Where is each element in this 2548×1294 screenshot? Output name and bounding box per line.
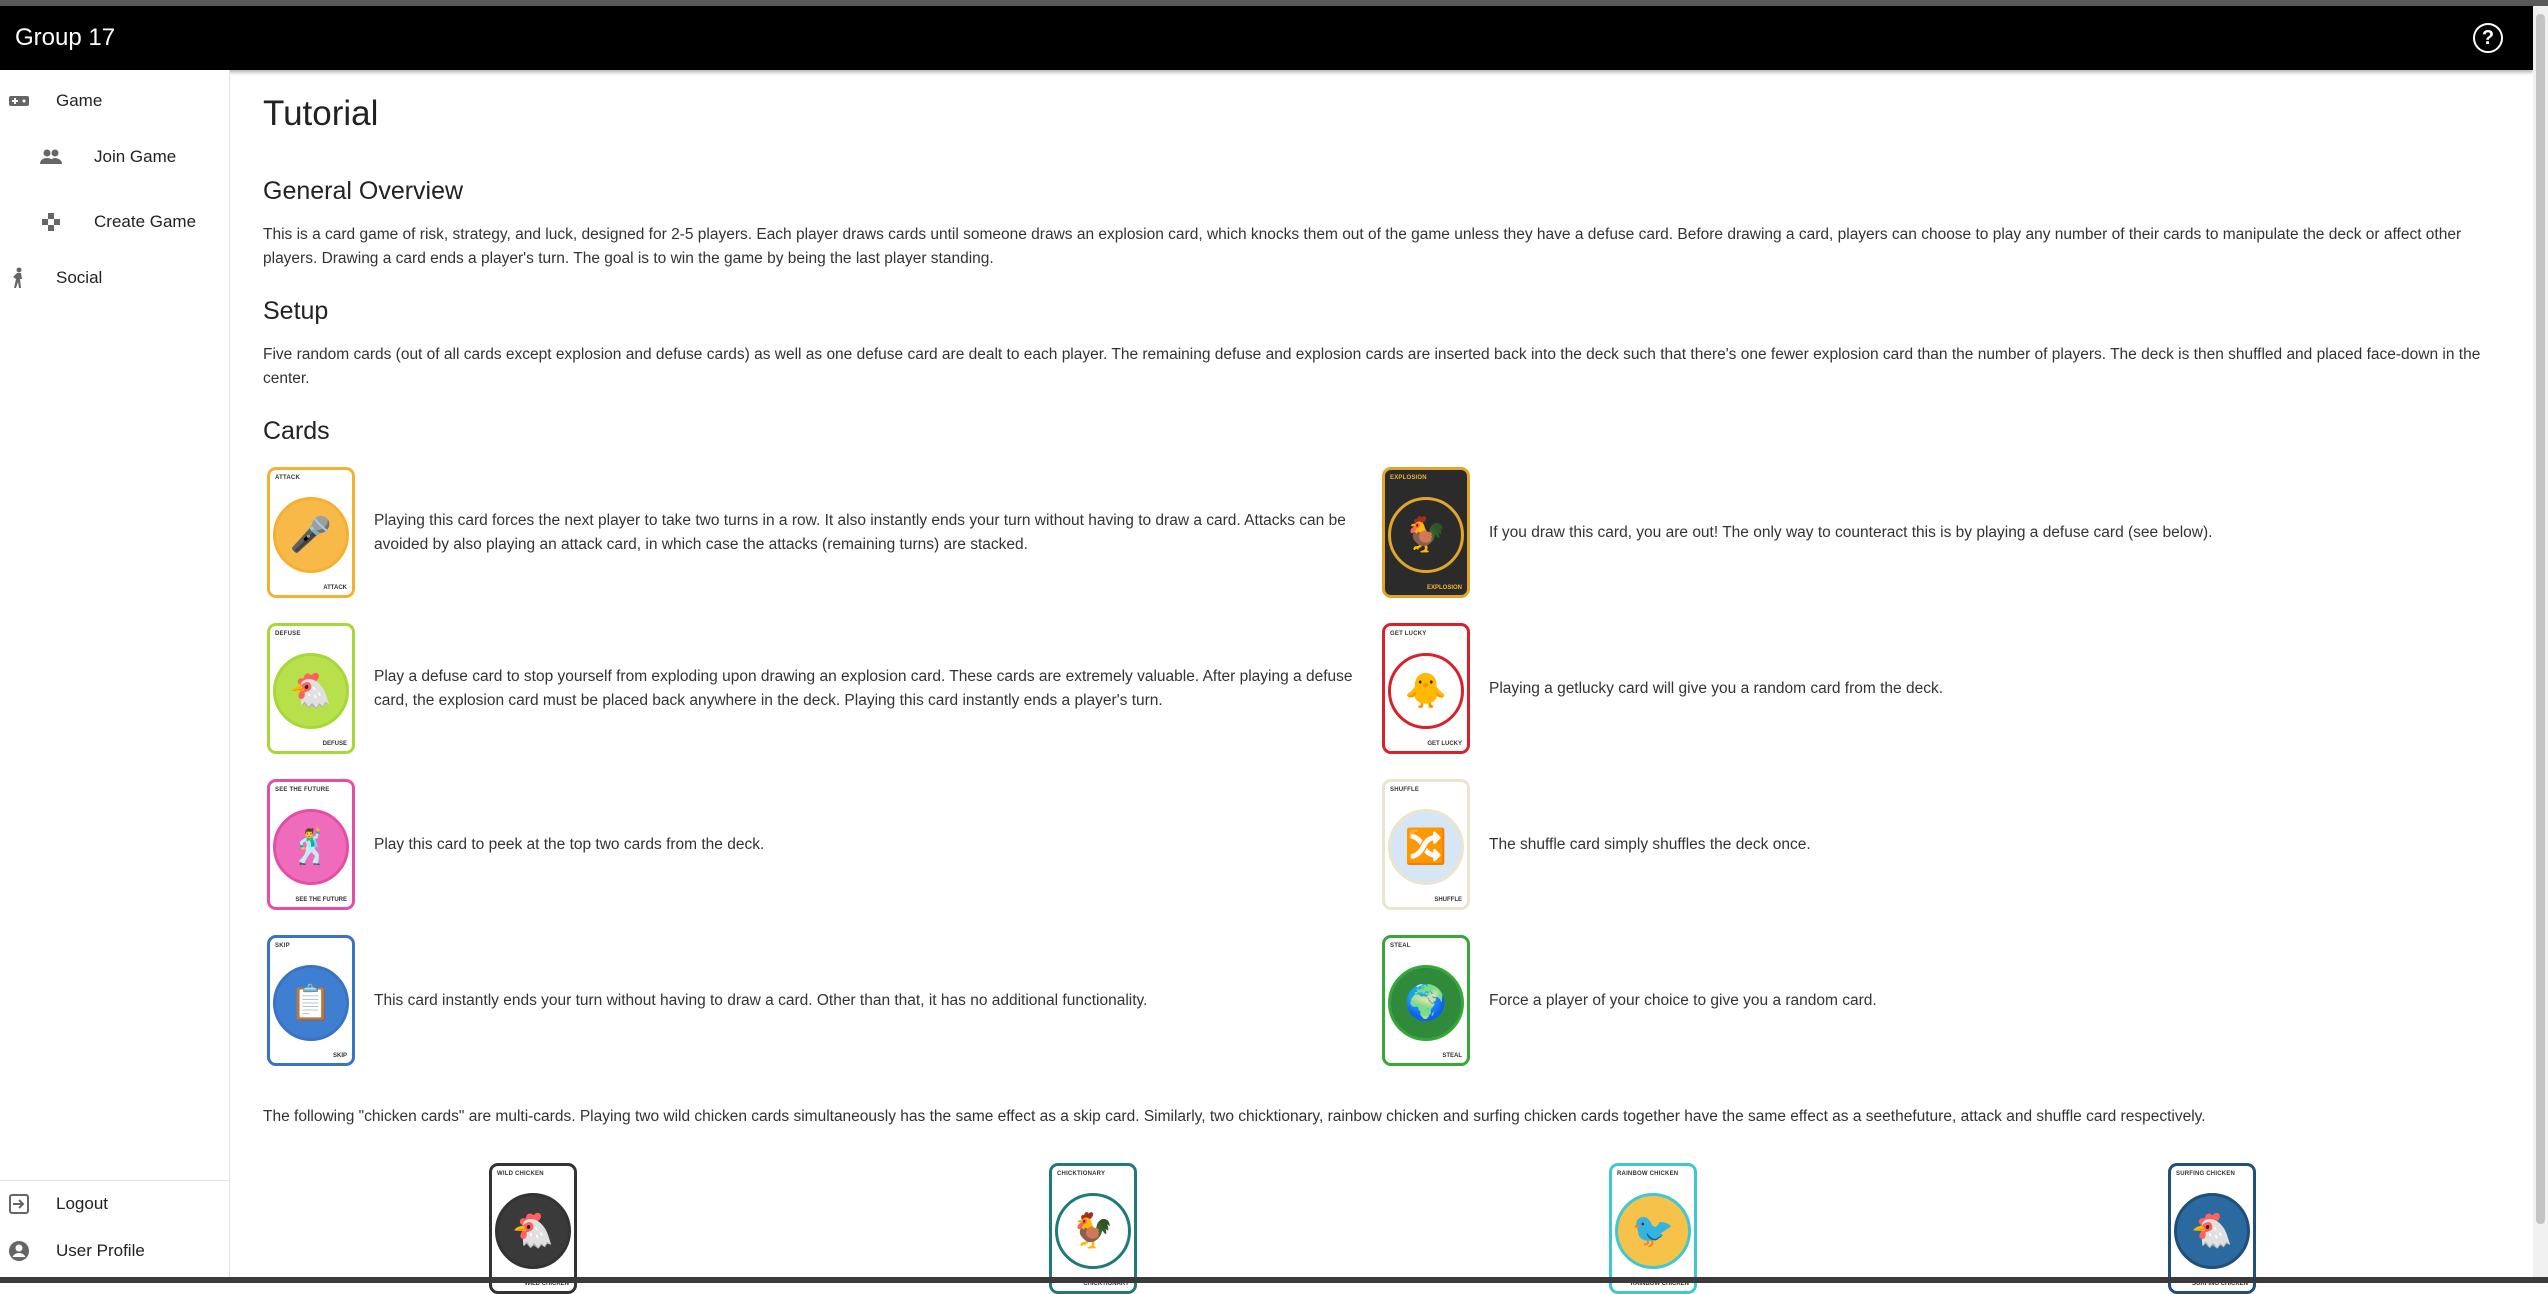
- chicktionary-card-image: CHICKTIONARY 🐓 CHICKTIONARY: [1049, 1163, 1137, 1294]
- card-row-shuffle: SHUFFLE 🔀 SHUFFLE The shuffle card simply …: [1382, 779, 2482, 910]
- sidebar-item-game[interactable]: Game: [6, 88, 102, 114]
- card-footer: SEE THE FUTURE: [295, 897, 347, 903]
- setup-text: Five random cards (out of all cards exce…: [263, 346, 2481, 387]
- people-icon: [38, 144, 64, 170]
- overview-heading: General Overview: [263, 177, 464, 205]
- scrollbar-thumb[interactable]: [2536, 14, 2545, 1224]
- sidebar-item-label: Game: [56, 91, 103, 110]
- cards-heading: Cards: [263, 417, 330, 445]
- card-art: 🐥: [1388, 653, 1464, 729]
- page-title: Tutorial: [263, 94, 379, 133]
- card-row-steal: STEAL 🌍 STEAL Force a player of your choic…: [1382, 935, 2482, 1066]
- card-art: 🎤: [273, 497, 349, 573]
- sidebar-item-create-game[interactable]: Create Game: [38, 209, 196, 235]
- logout-icon: [6, 1191, 32, 1217]
- get-lucky-card-image: GET LUCKY 🐥 GET LUCKY: [1382, 623, 1470, 754]
- card-name: ATTACK: [275, 475, 300, 481]
- card-description: If you draw this card, you are out! The …: [1489, 523, 2213, 541]
- sidebar-item-logout[interactable]: Logout: [6, 1191, 108, 1217]
- card-art: 🔀: [1388, 809, 1464, 885]
- card-name: WILD CHICKEN: [497, 1171, 544, 1177]
- card-art: 🐓: [1055, 1193, 1131, 1269]
- card-name: CHICKTIONARY: [1057, 1171, 1106, 1177]
- help-circle-icon[interactable]: ?: [2473, 23, 2503, 53]
- overview-text: This is a card game of risk, strategy, a…: [263, 226, 2462, 267]
- card-description: The shuffle card simply shuffles the dec…: [1489, 835, 1811, 853]
- card-name: STEAL: [1390, 943, 1411, 949]
- sidebar-divider: [0, 1180, 229, 1181]
- card-art: 🌍: [1388, 965, 1464, 1041]
- card-row-get-lucky: GET LUCKY 🐥 GET LUCKY Playing a getlucky c…: [1382, 623, 2482, 754]
- card-art: 🐔: [2174, 1193, 2250, 1269]
- wild-chicken-card-image: WILD CHICKEN 🐔 WILD CHICKEN: [489, 1163, 577, 1294]
- card-row-see-the-future: SEE THE FUTURE 🕺 SEE THE FUTURE Play this …: [267, 779, 1367, 910]
- sidebar-item-social[interactable]: Social: [6, 265, 102, 291]
- person-icon: [6, 265, 32, 291]
- sidebar-item-user-profile[interactable]: User Profile: [6, 1238, 145, 1264]
- card-name: GET LUCKY: [1390, 631, 1427, 637]
- card-art: 📋: [273, 965, 349, 1041]
- card-footer: ATTACK: [323, 585, 347, 591]
- card-name: EXPLOSION: [1390, 475, 1427, 481]
- rainbow-chicken-card-image: RAINBOW CHICKEN 🐦 RAINBOW CHICKEN: [1609, 1163, 1697, 1294]
- sidebar-item-join-game[interactable]: Join Game: [38, 144, 176, 170]
- card-name: DEFUSE: [275, 631, 301, 637]
- card-footer: EXPLOSION: [1426, 585, 1462, 591]
- window-bottom-edge: [0, 1277, 2548, 1283]
- card-footer: DEFUSE: [322, 741, 347, 747]
- app-title: Group 17: [15, 24, 116, 51]
- sidebar-item-label: User Profile: [56, 1241, 145, 1260]
- card-row-explosion: EXPLOSION 🐓 EXPLOSION If you draw this car…: [1382, 467, 2482, 598]
- card-art: 🐔: [495, 1193, 571, 1269]
- app-bar: Group 17 ?: [0, 6, 2533, 70]
- card-footer: SKIP: [332, 1053, 347, 1059]
- card-art: 🕺: [273, 809, 349, 885]
- card-footer: STEAL: [1442, 1053, 1462, 1059]
- card-row-attack: ATTACK 🎤 ATTACK Playing this card forces t…: [267, 467, 1367, 598]
- card-name: RAINBOW CHICKEN: [1617, 1171, 1679, 1177]
- card-row-defuse: DEFUSE 🐔 DEFUSE Play a defuse card to stop…: [267, 623, 1367, 754]
- sidebar-item-label: Social: [56, 268, 103, 287]
- chicken-cards-text: The following "chicken cards" are multi-…: [263, 1108, 2206, 1125]
- vertical-scrollbar[interactable]: [2533, 6, 2548, 1277]
- card-footer: SHUFFLE: [1434, 897, 1462, 903]
- card-description: Play this card to peek at the top two ca…: [374, 835, 765, 853]
- card-description: This card instantly ends your turn witho…: [374, 991, 1148, 1009]
- skip-card-image: SKIP 📋 SKIP: [267, 935, 355, 1066]
- sidebar-item-label: Logout: [56, 1194, 108, 1213]
- card-description: Force a player of your choice to give yo…: [1489, 991, 1877, 1009]
- account-circle-icon: [6, 1238, 32, 1264]
- card-description: Playing this card forces the next player…: [374, 511, 1346, 553]
- card-name: SHUFFLE: [1390, 787, 1420, 793]
- card-art: 🐦: [1615, 1193, 1691, 1269]
- sidebar-item-label: Join Game: [94, 147, 177, 166]
- surfing-chicken-card-image: SURFING CHICKEN 🐔 SURFING CHICKEN: [2168, 1163, 2256, 1294]
- card-footer: GET LUCKY: [1427, 741, 1462, 747]
- card-description: Play a defuse card to stop yourself from…: [374, 667, 1353, 709]
- card-row-skip: SKIP 📋 SKIP This card instantly ends your …: [267, 935, 1367, 1066]
- gamepad-icon: [6, 88, 32, 114]
- defuse-card-image: DEFUSE 🐔 DEFUSE: [267, 623, 355, 754]
- card-art: 🐓: [1388, 497, 1464, 573]
- setup-heading: Setup: [263, 297, 329, 325]
- steal-card-image: STEAL 🌍 STEAL: [1382, 935, 1470, 1066]
- shuffle-card-image: SHUFFLE 🔀 SHUFFLE: [1382, 779, 1470, 910]
- game-controller-icon: [38, 209, 64, 235]
- sidebar: Game Join Game Create Game Social Logout…: [0, 70, 230, 1277]
- card-description: Playing a getlucky card will give you a …: [1489, 679, 1944, 697]
- sidebar-item-label: Create Game: [94, 212, 197, 231]
- card-name: SEE THE FUTURE: [275, 787, 330, 793]
- attack-card-image: ATTACK 🎤 ATTACK: [267, 467, 355, 598]
- card-art: 🐔: [273, 653, 349, 729]
- see-the-future-card-image: SEE THE FUTURE 🕺 SEE THE FUTURE: [267, 779, 355, 910]
- explosion-card-image: EXPLOSION 🐓 EXPLOSION: [1382, 467, 1470, 598]
- card-name: SKIP: [275, 943, 290, 949]
- card-name: SURFING CHICKEN: [2176, 1171, 2236, 1177]
